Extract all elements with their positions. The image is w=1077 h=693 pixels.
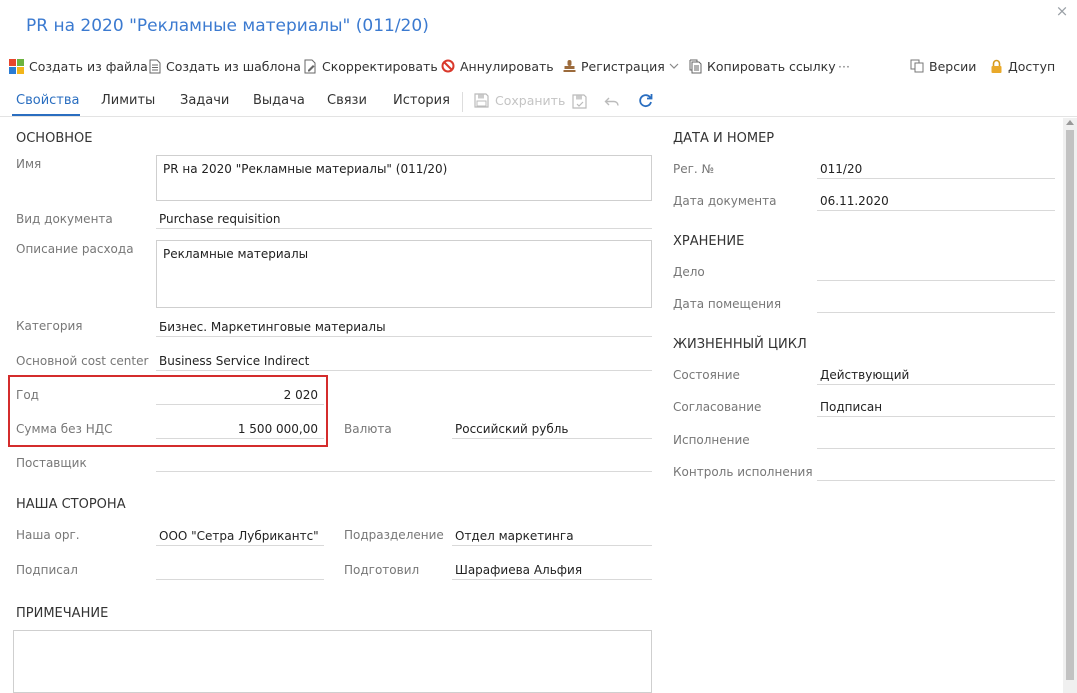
more-button[interactable]: ··· — [838, 57, 850, 75]
category-label: Категория — [16, 319, 83, 333]
section-lifecycle-title: ЖИЗНЕННЫЙ ЦИКЛ — [673, 337, 807, 352]
active-tab-indicator — [12, 114, 80, 116]
versions-button[interactable]: Версии — [910, 57, 976, 75]
execution-label: Исполнение — [673, 433, 750, 447]
org-field[interactable]: ООО "Сетра Лубрикантс" — [156, 526, 324, 546]
section-note-title: ПРИМЕЧАНИЕ — [16, 606, 109, 621]
doc-type-label: Вид документа — [16, 212, 113, 226]
category-field[interactable]: Бизнес. Маркетинговые материалы — [156, 317, 652, 337]
annul-label: Аннулировать — [460, 58, 554, 74]
tab-tasks[interactable]: Задачи — [180, 93, 229, 108]
section-date-number-title: ДАТА И НОМЕР — [673, 131, 775, 146]
placement-date-field[interactable] — [817, 293, 1055, 313]
expense-desc-label: Описание расхода — [16, 242, 134, 256]
undo-icon[interactable] — [604, 95, 620, 108]
tab-properties[interactable]: Свойства — [16, 93, 80, 108]
supplier-label: Поставщик — [16, 456, 87, 470]
section-our-side-title: НАША СТОРОНА — [16, 497, 126, 512]
department-label: Подразделение — [344, 528, 444, 542]
section-storage-title: ХРАНЕНИЕ — [673, 234, 745, 249]
document-icon — [149, 59, 161, 73]
case-label: Дело — [673, 265, 705, 279]
chevron-down-icon — [669, 63, 679, 69]
tab-bar: Свойства Лимиты Задачи Выдача Связи Исто… — [0, 86, 1077, 117]
placement-date-label: Дата помещения — [673, 297, 782, 311]
doc-date-field[interactable]: 06.11.2020 — [817, 191, 1055, 211]
case-field[interactable] — [817, 261, 1055, 281]
scroll-up-arrow-icon[interactable] — [1066, 120, 1074, 125]
note-field[interactable] — [13, 630, 652, 693]
edit-document-icon — [304, 59, 316, 73]
control-label: Контроль исполнения — [673, 465, 813, 479]
versions-label: Версии — [929, 58, 977, 74]
department-field[interactable]: Отдел маркетинга — [452, 526, 652, 546]
lock-icon — [991, 59, 1002, 73]
stamp-icon — [563, 59, 576, 72]
reg-number-field[interactable]: 011/20 — [817, 159, 1055, 179]
reg-number-label: Рег. № — [673, 162, 715, 176]
tab-limits[interactable]: Лимиты — [101, 93, 155, 108]
refresh-icon[interactable] — [637, 92, 654, 109]
access-button[interactable]: Доступ — [990, 57, 1055, 75]
name-field[interactable]: PR на 2020 "Рекламные материалы" (011/20… — [156, 155, 652, 201]
versions-icon — [910, 59, 924, 73]
office-icon — [9, 58, 24, 74]
signed-field[interactable] — [156, 560, 324, 580]
state-field[interactable]: Действующий — [817, 365, 1055, 385]
copy-link-label: Копировать ссылку — [707, 58, 836, 74]
save-icon — [474, 93, 489, 108]
create-from-file-button[interactable]: Создать из файла — [9, 57, 148, 75]
toolbar: Создать из файла Создать из шаблона Скор… — [0, 48, 1077, 84]
access-label: Доступ — [1008, 58, 1056, 74]
state-label: Состояние — [673, 368, 740, 382]
copy-link-button[interactable]: Копировать ссылку — [689, 57, 836, 75]
approval-label: Согласование — [673, 400, 762, 414]
currency-field[interactable]: Российский рубль — [452, 419, 652, 439]
doc-date-label: Дата документа — [673, 194, 777, 208]
correct-button[interactable]: Скорректировать — [304, 57, 438, 75]
name-label: Имя — [16, 157, 42, 171]
tab-history[interactable]: История — [393, 93, 450, 108]
tab-issue[interactable]: Выдача — [253, 93, 305, 108]
scrollbar-thumb[interactable] — [1066, 130, 1074, 680]
signed-label: Подписал — [16, 563, 78, 577]
execution-field[interactable] — [817, 429, 1055, 449]
annul-button[interactable]: Аннулировать — [441, 57, 554, 75]
copy-icon — [689, 59, 702, 73]
cost-center-field[interactable]: Business Service Indirect — [156, 351, 652, 371]
prohibit-icon — [441, 59, 455, 73]
currency-label: Валюта — [344, 422, 392, 436]
prepared-field[interactable]: Шарафиева Альфия — [452, 560, 652, 580]
tab-links[interactable]: Связи — [327, 93, 367, 108]
registration-dropdown[interactable]: Регистрация — [563, 57, 679, 75]
approval-field[interactable]: Подписан — [817, 397, 1055, 417]
prepared-label: Подготовил — [344, 563, 420, 577]
cost-center-label: Основной cost center — [16, 354, 149, 368]
expense-desc-field[interactable]: Рекламные материалы — [156, 240, 652, 308]
tab-divider — [462, 92, 463, 112]
correct-label: Скорректировать — [322, 58, 438, 74]
highlight-frame — [8, 375, 328, 447]
create-from-template-label: Создать из шаблона — [166, 58, 301, 74]
registration-label: Регистрация — [581, 58, 665, 74]
doc-type-field[interactable]: Purchase requisition — [156, 209, 652, 229]
save-close-icon[interactable] — [572, 94, 587, 109]
control-field[interactable] — [817, 461, 1055, 481]
org-label: Наша орг. — [16, 528, 80, 542]
save-label: Сохранить — [495, 93, 566, 108]
section-main-title: ОСНОВНОЕ — [16, 131, 93, 146]
vertical-scrollbar[interactable] — [1063, 118, 1077, 693]
save-button[interactable]: Сохранить — [474, 93, 565, 108]
close-icon[interactable]: × — [1052, 2, 1072, 22]
window-title: PR на 2020 "Рекламные материалы" (011/20… — [26, 16, 429, 36]
supplier-field[interactable] — [156, 452, 652, 472]
create-from-file-label: Создать из файла — [29, 58, 148, 74]
create-from-template-button[interactable]: Создать из шаблона — [149, 57, 301, 75]
